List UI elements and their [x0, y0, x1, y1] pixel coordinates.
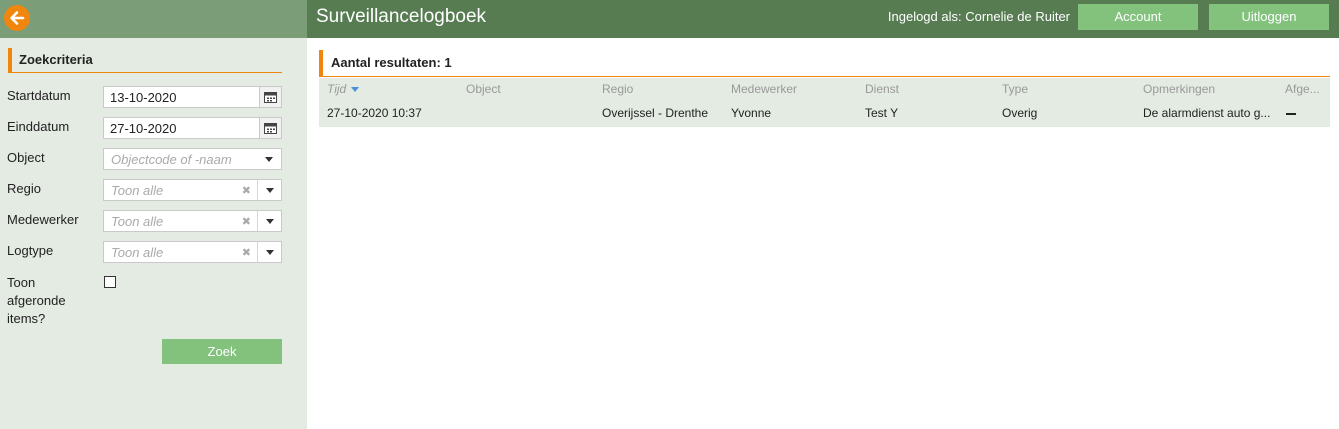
account-button[interactable]: Account — [1078, 4, 1198, 30]
startdate-field[interactable]: 13-10-2020 — [103, 86, 282, 108]
cell-regio[interactable]: Overijssel - Drenthe — [602, 106, 708, 120]
cell-medewerker[interactable]: Yvonne — [731, 106, 771, 120]
results-table: Tijd Object Regio Medewerker Dienst Type… — [319, 78, 1330, 127]
chevron-down-icon[interactable] — [265, 149, 273, 169]
chevron-down-icon[interactable] — [257, 180, 281, 200]
cell-tijd[interactable]: 27-10-2020 10:37 — [327, 106, 422, 120]
search-button[interactable]: Zoek — [162, 339, 282, 364]
clear-icon[interactable]: ✖ — [242, 246, 251, 259]
logtype-label: Logtype — [7, 243, 54, 258]
back-button[interactable] — [4, 5, 30, 31]
completed-label-line: Toon — [7, 275, 36, 290]
app-title: Surveillancelogboek — [316, 6, 487, 27]
object-label: Object — [7, 150, 45, 165]
column-header-type[interactable]: Type — [1002, 82, 1028, 96]
column-header-label: Tijd — [327, 82, 347, 96]
arrow-left-icon — [10, 11, 25, 25]
chevron-down-icon[interactable] — [257, 242, 281, 262]
column-header-opmerkingen[interactable]: Opmerkingen — [1143, 82, 1215, 96]
column-header-regio[interactable]: Regio — [602, 82, 633, 96]
column-header-tijd[interactable]: Tijd — [327, 82, 360, 96]
column-header-afgerond[interactable]: Afge... — [1285, 82, 1320, 96]
chevron-down-icon[interactable] — [257, 211, 281, 231]
regio-label: Regio — [7, 181, 41, 196]
object-placeholder: Objectcode of -naam — [111, 152, 232, 167]
cell-dienst[interactable]: Test Y — [865, 106, 898, 120]
clear-icon[interactable]: ✖ — [242, 215, 251, 228]
calendar-icon[interactable] — [259, 118, 281, 138]
sidebar-header — [0, 0, 307, 38]
cell-opmerkingen[interactable]: De alarmdienst auto g... — [1143, 106, 1270, 120]
logtype-select[interactable]: Toon alle ✖ — [103, 241, 282, 263]
column-header-dienst[interactable]: Dienst — [865, 82, 899, 96]
completed-label-line: afgeronde — [7, 293, 66, 308]
medewerker-label: Medewerker — [7, 212, 79, 227]
medewerker-placeholder: Toon alle — [111, 214, 164, 229]
completed-label-line: items? — [7, 311, 46, 326]
enddate-field[interactable]: 27-10-2020 — [103, 117, 282, 139]
logged-in-user: Ingelogd als: Cornelie de Ruiter — [887, 9, 1070, 24]
column-header-object[interactable]: Object — [466, 82, 501, 96]
startdate-value: 13-10-2020 — [110, 90, 177, 105]
completed-items-checkbox[interactable] — [104, 276, 116, 288]
regio-placeholder: Toon alle — [111, 183, 164, 198]
logtype-placeholder: Toon alle — [111, 245, 164, 260]
column-header-medewerker[interactable]: Medewerker — [731, 82, 797, 96]
search-criteria-title: Zoekcriteria — [8, 48, 282, 73]
enddate-label: Einddatum — [7, 119, 70, 134]
search-sidebar: Zoekcriteria Startdatum 13-10-2020 Eindd… — [0, 0, 307, 429]
dash-icon — [1286, 113, 1296, 115]
cell-type[interactable]: Overig — [1002, 106, 1037, 120]
completed-items-label: Toon afgeronde items? — [7, 274, 66, 328]
medewerker-select[interactable]: Toon alle ✖ — [103, 210, 282, 232]
sort-descending-icon — [351, 87, 360, 93]
startdate-label: Startdatum — [7, 88, 71, 103]
clear-icon[interactable]: ✖ — [242, 184, 251, 197]
regio-select[interactable]: Toon alle ✖ — [103, 179, 282, 201]
results-count-title: Aantal resultaten: 1 — [319, 50, 1330, 77]
header-bar: Surveillancelogboek Ingelogd als: Cornel… — [307, 0, 1339, 38]
logout-button[interactable]: Uitloggen — [1209, 4, 1329, 30]
enddate-value: 27-10-2020 — [110, 121, 177, 136]
calendar-icon[interactable] — [259, 87, 281, 107]
object-select[interactable]: Objectcode of -naam — [103, 148, 282, 170]
